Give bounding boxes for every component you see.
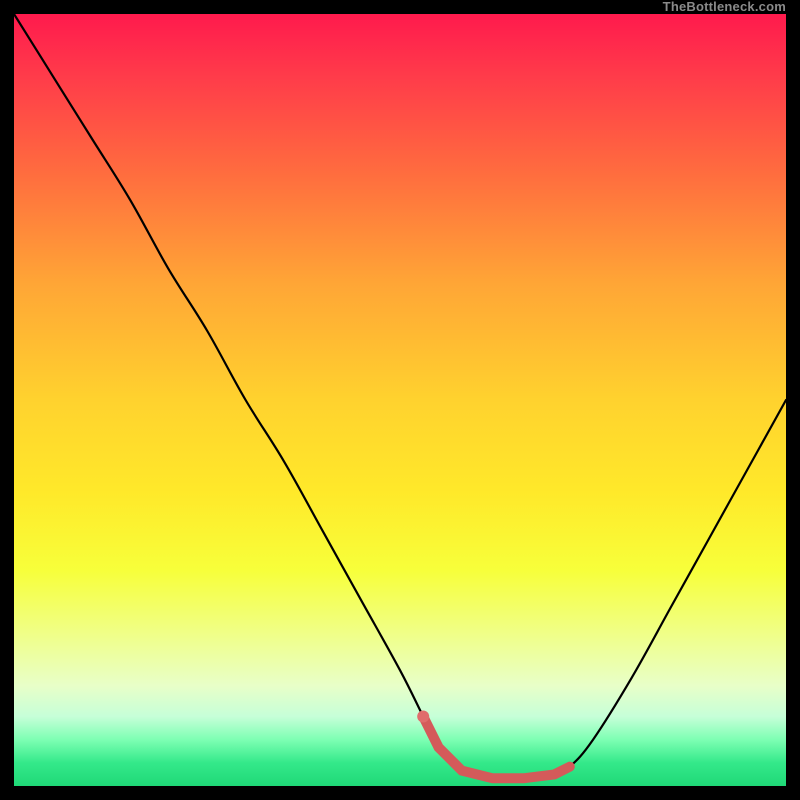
chart-gradient-bg <box>14 14 786 786</box>
watermark-text: TheBottleneck.com <box>663 0 786 14</box>
chart-frame: TheBottleneck.com <box>14 14 786 786</box>
